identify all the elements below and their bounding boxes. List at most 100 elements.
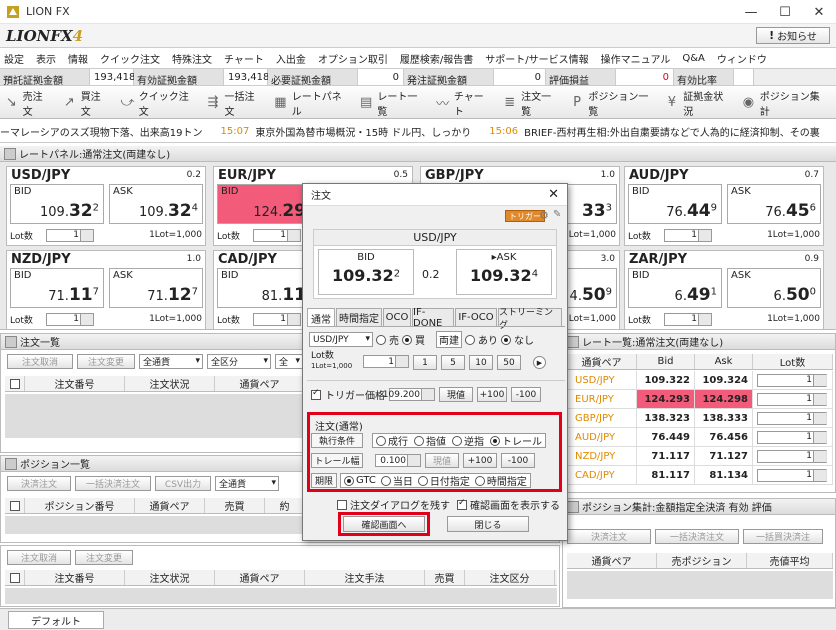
menu-item[interactable]: オプション取引 [318,51,388,66]
menu-item[interactable]: ウィンドウ [717,51,767,66]
trigger-checkbox[interactable] [311,388,321,400]
lot-quick-button[interactable]: 5 [441,355,465,370]
table-row[interactable]: EUR/JPY 124.293 124.298 1 [567,390,833,409]
order-kind-select[interactable]: 全区分 [207,354,271,369]
rate-list-lot-stepper[interactable]: 1 [757,430,827,444]
toolbar-button[interactable]: ▤ レート一覧 [359,88,423,118]
pin-icon[interactable]: ✎ [553,209,561,220]
dialog-tab[interactable]: 時間指定 [336,308,382,326]
tile-lot-stepper[interactable]: 1 [664,228,712,242]
dialog-tab[interactable]: OCO [383,308,411,326]
dialog-close-button[interactable]: 閉じる [447,516,529,532]
tile-lot-stepper[interactable]: 1 [46,312,94,326]
notice-button[interactable]: ! お知らせ [756,27,830,44]
rate-list-lot-stepper[interactable]: 1 [757,449,827,463]
table-row[interactable]: NZD/JPY 71.117 71.127 1 [567,447,833,466]
table-row[interactable]: AUD/JPY 76.449 76.456 1 [567,428,833,447]
dialog-tab[interactable]: IF-OCO [455,308,497,326]
rate-list-ask[interactable]: 124.298 [695,390,753,408]
menu-item[interactable]: 入出金 [276,51,306,66]
tile-bid-button[interactable]: BID 76.449 [628,184,722,224]
order-cancel-button[interactable]: 注文取消 [7,354,73,369]
menu-item[interactable]: 設定 [4,51,24,66]
news-item[interactable]: BRIEF-西村再生相:外出自粛要請などで人為的に経済抑制、その裏 [524,124,820,139]
table-row[interactable]: GBP/JPY 138.323 138.333 1 [567,409,833,428]
trigger-price-stepper[interactable]: 109.200 [383,388,435,401]
keep-dialog-checkbox[interactable] [337,499,347,510]
rate-list-bid[interactable]: 81.117 [637,466,695,484]
toolbar-button[interactable]: ≣ 注文一覧 [502,88,557,118]
tile-bid-button[interactable]: BID 124.29 [217,184,311,224]
tile-bid-button[interactable]: BID 109.322 [10,184,104,224]
rate-list-bid[interactable]: 138.323 [637,409,695,427]
tile-lot-stepper[interactable]: 1 [253,228,301,242]
lot-stepper[interactable]: 1 [363,355,409,368]
trigger-plus-button[interactable]: +100 [477,387,507,402]
order-currency-select[interactable]: 全通貨 [139,354,203,369]
summary-bulk-button[interactable]: 一括決済注文 [655,529,739,544]
order2-change-button[interactable]: 注文変更 [75,550,133,565]
toolbar-button[interactable]: ¥ 証拠金状況 [665,88,729,118]
dialog-tab[interactable]: ストリーミング [498,308,562,331]
dialog-bid-button[interactable]: BID 109.322 [318,249,414,295]
menu-item[interactable]: 操作マニュアル [601,51,671,66]
order2-cancel-button[interactable]: 注文取消 [7,550,71,565]
tile-lot-stepper[interactable]: 1 [253,312,301,326]
summary-settle-button[interactable]: 決済注文 [567,529,651,544]
tile-lot-stepper[interactable]: 1 [664,312,712,326]
lot-quick-button[interactable]: 1 [413,355,437,370]
rate-list-bid[interactable]: 71.117 [637,447,695,465]
tile-ask-button[interactable]: ASK 76.456 [727,184,821,224]
hedge-yes-radio[interactable] [465,334,475,345]
buy-radio[interactable] [402,334,412,345]
menu-item[interactable]: サポート/サービス情報 [485,51,588,66]
position-settle-button[interactable]: 決済注文 [7,476,71,491]
tile-bid-button[interactable]: BID 71.117 [10,268,104,308]
csv-export-button[interactable]: CSV出力 [155,476,211,491]
table-row[interactable]: CAD/JPY 81.117 81.134 1 [567,466,833,485]
rate-list-bid[interactable]: 109.322 [637,371,695,389]
lot-quick-button[interactable]: 50 [497,355,521,370]
news-item[interactable]: ーマレーシアのスズ現物下落、出来高19トン [0,124,203,139]
menu-item[interactable]: 表示 [36,51,56,66]
toolbar-button[interactable]: 〰チャート [435,88,490,118]
minimize-button[interactable]: — [734,0,768,24]
rate-list-lot-stepper[interactable]: 1 [757,373,827,387]
gear-icon[interactable]: ⚙ [539,209,549,222]
dialog-pair-select[interactable]: USD/JPY [309,332,373,347]
position-currency-select[interactable]: 全通貨 [215,476,279,491]
position-bulk-button[interactable]: 一括決済注文 [75,476,151,491]
play-icon[interactable]: ▶ [533,356,546,369]
menu-item[interactable]: クイック注文 [100,51,160,66]
tile-ask-button[interactable]: ASK 109.324 [109,184,203,224]
toolbar-button[interactable]: ▦ レートパネル [273,88,347,118]
dialog-tab[interactable]: 通常 [307,308,335,327]
rate-list-ask[interactable]: 138.333 [695,409,753,427]
toolbar-button[interactable]: ⇶ 一括注文 [206,88,261,118]
rate-list-ask[interactable]: 76.456 [695,428,753,446]
tab-default-workspace[interactable]: デフォルト [8,611,104,629]
sell-radio[interactable] [376,334,386,345]
select-all-checkbox[interactable] [5,570,25,585]
rate-list-ask[interactable]: 81.134 [695,466,753,484]
rate-list-bid[interactable]: 76.449 [637,428,695,446]
toolbar-button[interactable]: P ポジション一覧 [570,88,653,118]
rate-list-lot-stepper[interactable]: 1 [757,411,827,425]
lot-quick-button[interactable]: 10 [469,355,493,370]
news-item[interactable]: 東京外国為替市場概況・15時 ドル円、しっかり [255,124,471,139]
maximize-button[interactable]: ☐ [768,0,802,24]
toolbar-button[interactable]: ◉ ポジション集計 [741,88,824,118]
trigger-minus-button[interactable]: -100 [511,387,541,402]
rate-list-ask[interactable]: 71.127 [695,447,753,465]
menu-item[interactable]: 特殊注文 [172,51,212,66]
order-change-button[interactable]: 注文変更 [77,354,135,369]
close-button[interactable]: ✕ [802,0,836,24]
rate-list-bid[interactable]: 124.293 [637,390,695,408]
toolbar-button[interactable]: ⤻ クイック注文 [120,88,194,118]
menu-item[interactable]: 履歴検索/報告書 [400,51,473,66]
toolbar-button[interactable]: ↗ 買注文 [62,88,108,118]
rate-list-lot-stepper[interactable]: 1 [757,392,827,406]
table-row[interactable]: USD/JPY 109.322 109.324 1 [567,371,833,390]
toolbar-button[interactable]: ↘ 売注文 [4,88,50,118]
dialog-ask-button[interactable]: ▸ASK 109.324 [456,249,552,295]
